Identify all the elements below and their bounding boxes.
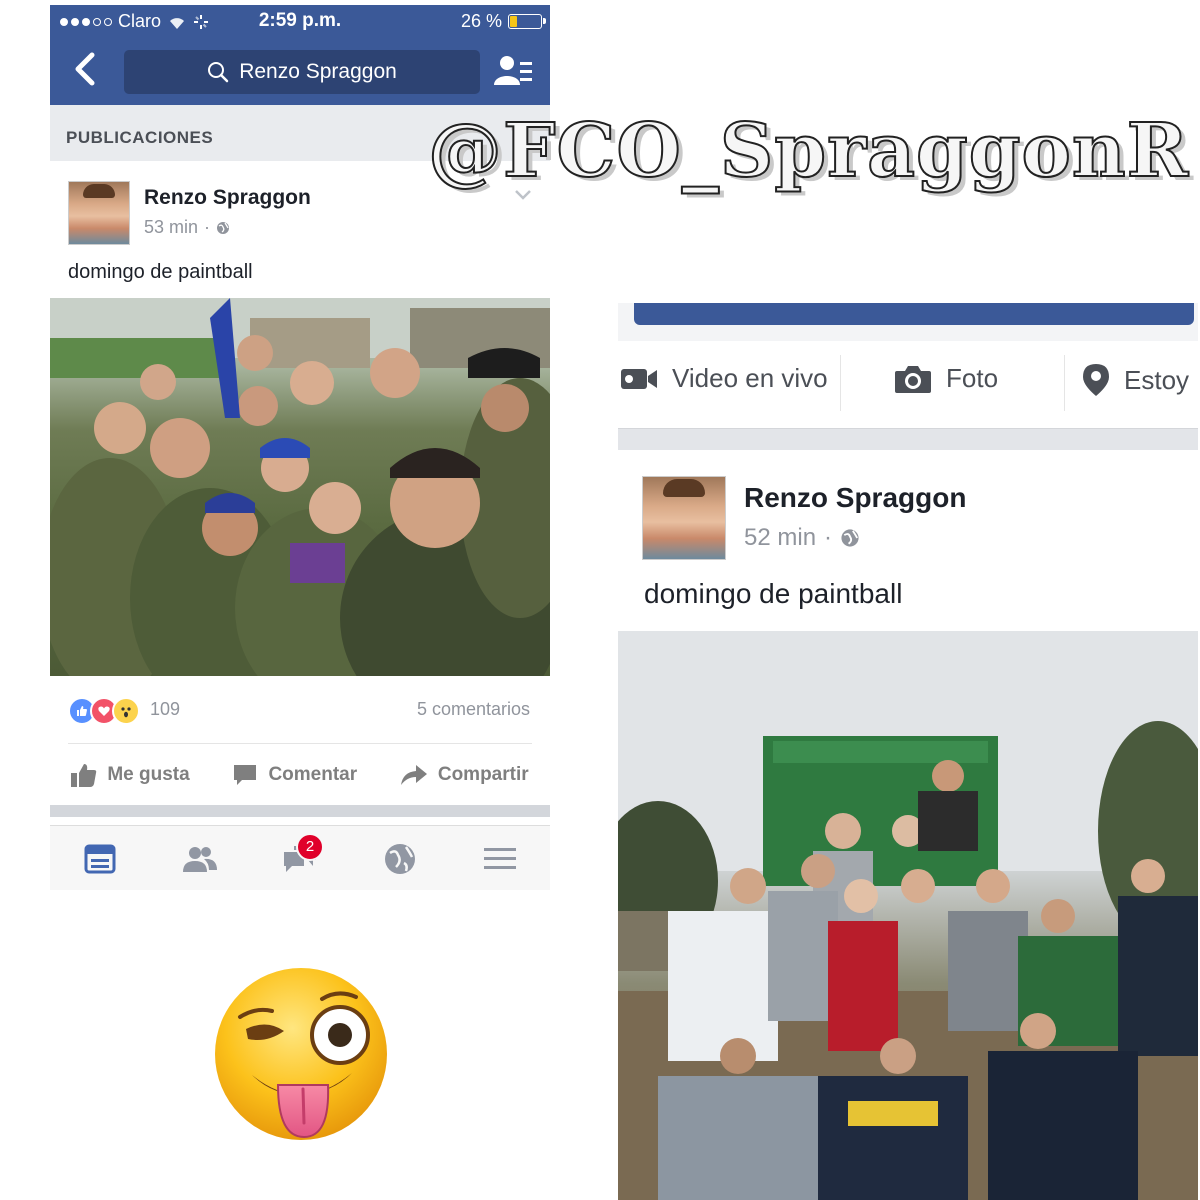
live-video-label: Video en vivo [672,363,828,393]
friends-icon [183,846,217,872]
photo-label: Foto [946,363,999,393]
post-photo[interactable] [618,631,1198,1200]
separator-dot: · [204,217,211,237]
messages-badge: 2 [296,832,324,861]
wow-reaction-icon [112,697,140,725]
avatar[interactable] [642,476,726,560]
post-text: domingo de paintball [68,261,253,283]
battery-icon [508,14,546,29]
post-author[interactable]: Renzo Spraggon [144,186,311,210]
top-nav-bar: Renzo Spraggon [50,37,550,105]
back-button[interactable] [70,51,100,87]
reaction-count: 109 [150,699,181,719]
like-label: Me gusta [107,764,190,785]
group-photo-image [618,631,1198,1200]
check-in-button[interactable]: Estoy [1082,363,1189,397]
post-header: Renzo Spraggon 52 min · domingo de paint… [618,450,1198,630]
thumbs-up-icon [71,764,97,787]
post-timestamp: 52 min · [744,524,860,552]
search-query: Renzo Spraggon [239,60,397,83]
top-nav-bar [618,303,1198,341]
status-bar: Claro 2:59 p.m. 26 % [50,5,550,37]
post-time: 52 min [744,524,817,551]
composer-bar: Video en vivo Foto Estoy [618,341,1198,421]
share-label: Compartir [437,764,529,785]
section-separator [618,428,1198,451]
separator-dot: · [824,524,833,551]
like-button[interactable]: Me gusta [71,763,190,787]
check-in-label: Estoy [1124,364,1190,395]
search-icon [208,62,229,83]
photo-button[interactable]: Foto [894,363,998,394]
post-time: 53 min [144,217,199,237]
person-list-icon [494,56,532,85]
post-actions: Me gusta Comentar Compartir [50,749,550,801]
comment-icon [234,765,257,785]
battery-level [510,16,518,27]
avatar[interactable] [68,181,130,245]
reaction-icons [68,697,140,725]
watermark-handle: @FCO_SpraggonR [427,107,1190,195]
friends-list-button[interactable] [494,53,534,89]
globe-icon [841,529,859,547]
comment-label: Comentar [268,764,358,785]
winking-tongue-emoji-icon [215,968,387,1140]
tab-friend-requests[interactable] [182,841,218,877]
tab-news-feed[interactable] [82,841,118,877]
bottom-tab-bar: 2 [50,825,550,890]
divider [1064,355,1065,411]
right-screenshot: Video en vivo Foto Estoy Renzo Spraggon … [618,303,1198,1200]
news-feed-icon [84,844,116,873]
share-arrow-icon [400,765,427,785]
post-text: domingo de paintball [644,578,903,609]
divider [68,743,532,744]
battery-indicator: 26 % [460,11,546,32]
comment-button[interactable]: Comentar [232,763,357,787]
post-photo[interactable] [50,298,550,676]
location-pin-icon [1083,364,1109,396]
comment-count[interactable]: 5 comentarios [417,699,530,720]
tab-messages[interactable]: 2 [282,832,324,877]
post-timestamp: 53 min · [144,217,230,238]
chevron-left-icon [75,52,95,86]
video-camera-icon [621,368,657,389]
hamburger-menu-icon [484,847,516,869]
live-video-button[interactable]: Video en vivo [620,363,828,394]
tab-more[interactable] [482,841,518,877]
post-author[interactable]: Renzo Spraggon [744,482,966,514]
group-selfie-image [50,298,550,676]
divider [840,355,841,411]
tab-notifications[interactable] [382,841,418,877]
reactions-bar[interactable]: 109 5 comentarios [50,685,550,731]
search-input[interactable]: Renzo Spraggon [124,50,480,94]
share-button[interactable]: Compartir [400,764,529,786]
globe-icon [217,221,230,234]
battery-percent: 26 % [460,11,502,31]
globe-icon [385,843,415,874]
section-separator [50,805,550,817]
camera-icon [895,365,931,393]
